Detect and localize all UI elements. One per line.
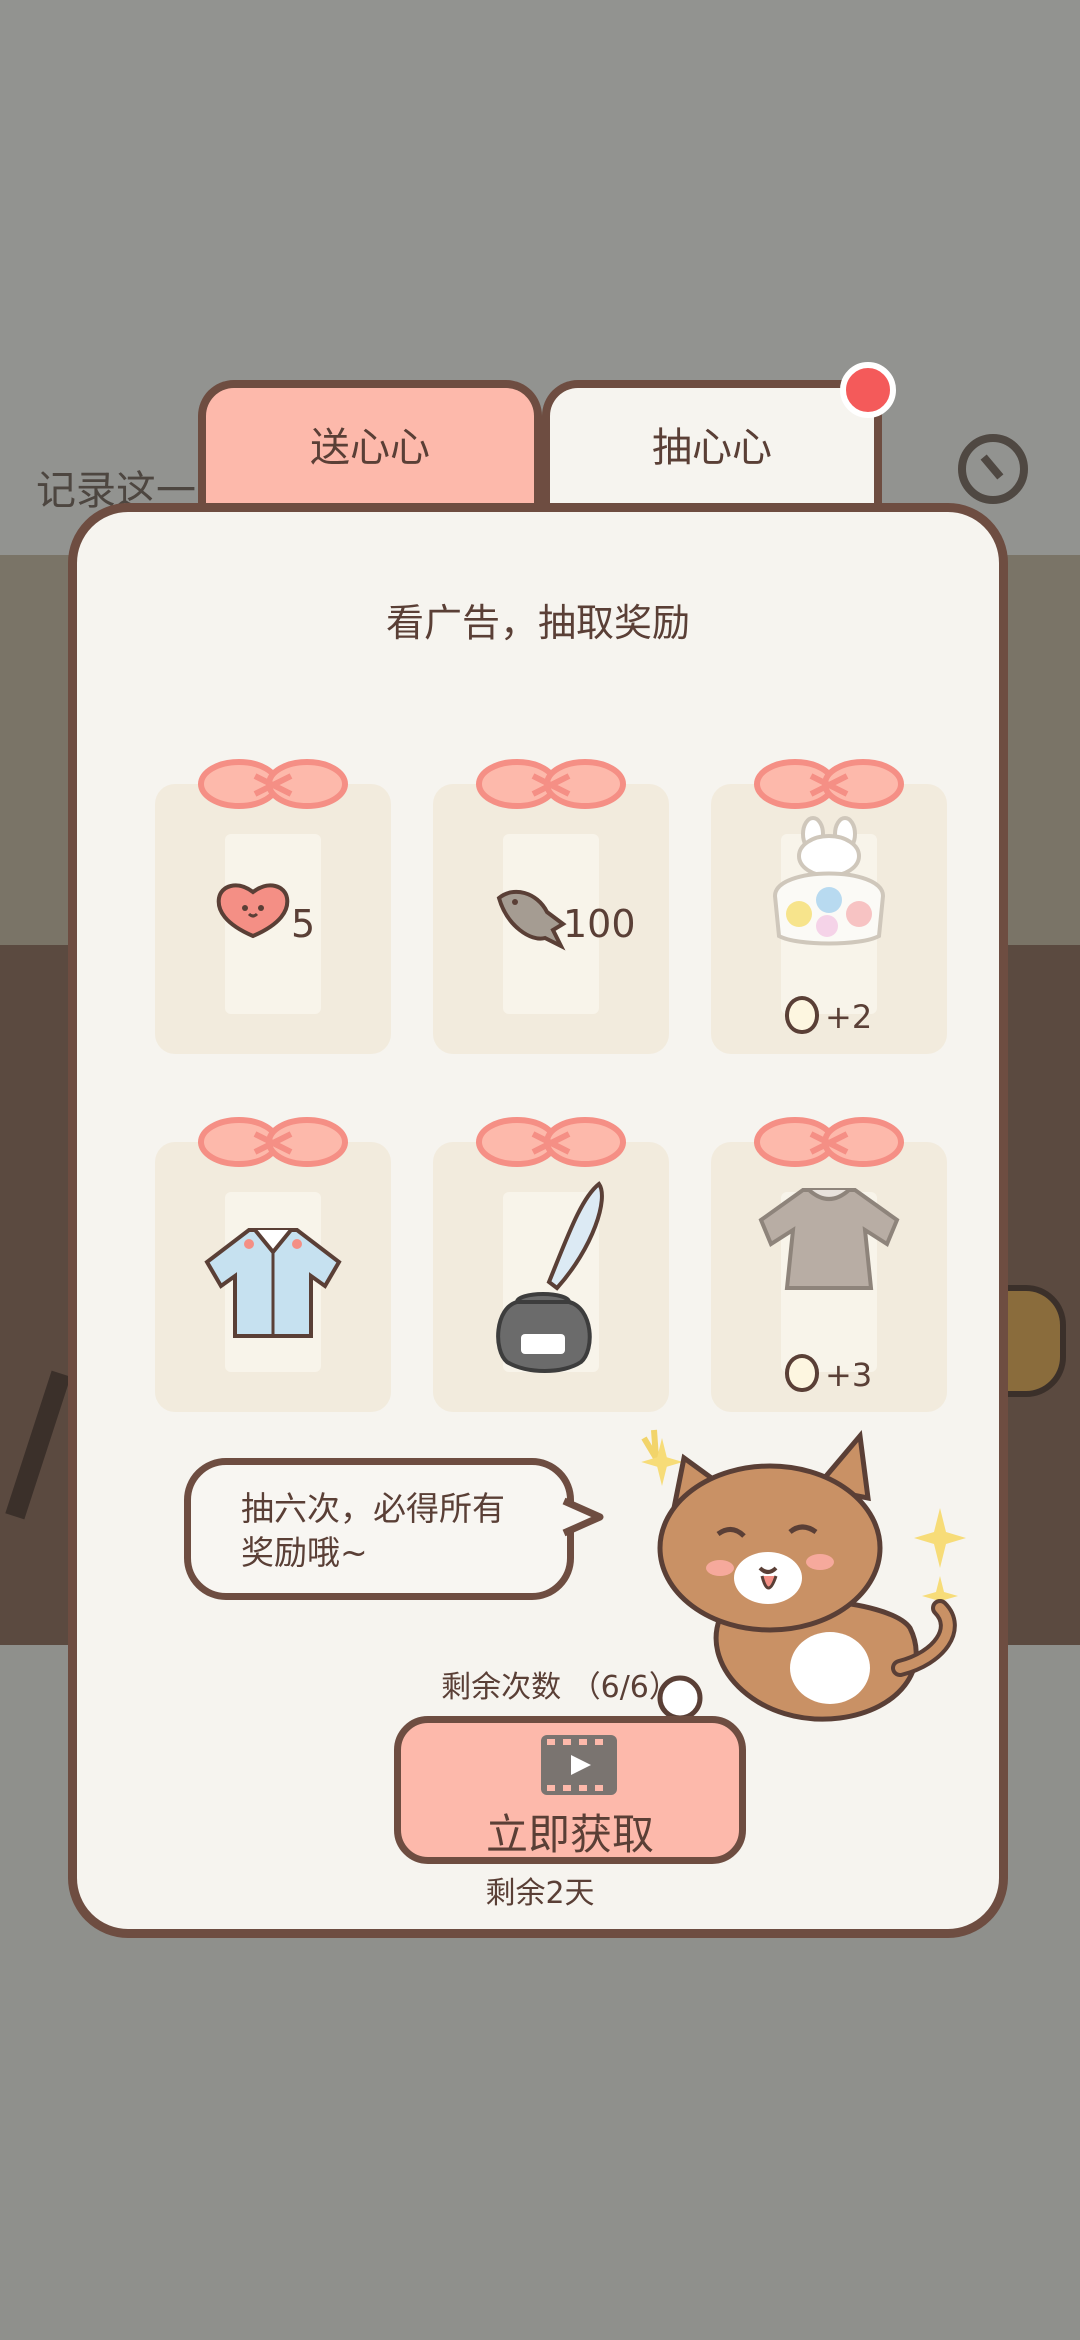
knot-icon bbox=[754, 1117, 904, 1167]
notification-dot bbox=[840, 362, 896, 418]
background-shelf-right bbox=[1000, 555, 1080, 945]
reward-card-fish: 100 bbox=[433, 754, 669, 1054]
reward-amount: 5 bbox=[291, 902, 316, 946]
gacha-jar-icon bbox=[772, 816, 886, 946]
reward-bonus: +3 bbox=[785, 1354, 872, 1396]
video-icon bbox=[541, 1735, 617, 1795]
speech-bubble: 抽六次，必得所有 奖励哦~ bbox=[184, 1458, 574, 1600]
reward-amount: 100 bbox=[563, 902, 636, 946]
knot-icon bbox=[198, 759, 348, 809]
tab-draw-hearts-label: 抽心心 bbox=[652, 425, 772, 471]
tab-give-hearts-label: 送心心 bbox=[310, 425, 430, 471]
fish-icon bbox=[496, 889, 567, 951]
speech-bubble-tail bbox=[562, 1497, 604, 1537]
reward-card-quill bbox=[433, 1112, 669, 1412]
background-bowl bbox=[1000, 1285, 1066, 1397]
knot-icon bbox=[476, 759, 626, 809]
quill-inkpot-icon bbox=[496, 1181, 604, 1373]
knot-icon bbox=[754, 759, 904, 809]
remaining-days: 剩余2天 bbox=[485, 1876, 595, 1911]
reward-card-heart: 5 bbox=[155, 754, 391, 1054]
egg-icon bbox=[785, 1354, 819, 1392]
get-now-button[interactable]: 立即获取 bbox=[394, 1716, 746, 1864]
remaining-count: 剩余次数 （6/6） bbox=[441, 1670, 679, 1705]
knot-icon bbox=[476, 1117, 626, 1167]
clock-icon bbox=[958, 434, 1028, 504]
jacket-icon bbox=[204, 1228, 342, 1338]
bubble-line-2: 奖励哦~ bbox=[241, 1533, 368, 1572]
egg-icon bbox=[785, 996, 819, 1034]
knot-icon bbox=[198, 1117, 348, 1167]
reward-card-gacha-jar: +2 bbox=[711, 754, 947, 1054]
reward-bonus: +2 bbox=[785, 996, 872, 1038]
panel-title: 看广告，抽取奖励 bbox=[385, 601, 690, 645]
reward-card-jacket bbox=[155, 1112, 391, 1412]
bubble-line-1: 抽六次，必得所有 bbox=[241, 1489, 505, 1528]
get-now-label: 立即获取 bbox=[485, 1810, 654, 1859]
heart-icon bbox=[216, 883, 290, 939]
reward-card-cardigan: +3 bbox=[711, 1112, 947, 1412]
cardigan-icon bbox=[758, 1188, 900, 1290]
